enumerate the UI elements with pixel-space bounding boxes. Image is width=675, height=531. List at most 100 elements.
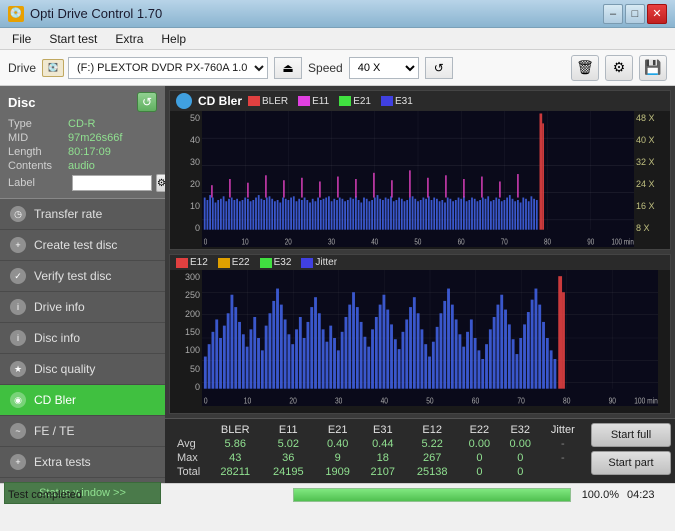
chart-container: CD Bler BLER E11 E21 E31 50 40 30 20 10 … [165,86,675,418]
svg-text:30: 30 [335,396,342,406]
chart-bler: CD Bler BLER E11 E21 E31 50 40 30 20 10 … [169,90,671,250]
drive-selector: 💽 (F:) PLEXTOR DVDR PX-760A 1.07 [42,57,268,79]
disc-type-label: Type [8,118,68,130]
close-button[interactable]: ✕ [647,4,667,24]
disc-refresh-button[interactable]: ↺ [137,92,157,112]
nav-transfer-rate[interactable]: ◷ Transfer rate [0,199,165,230]
menu-extra[interactable]: Extra [107,30,151,48]
sidebar: Disc ↺ Type CD-R MID 97m26s66f Length 80… [0,86,165,483]
start-full-button[interactable]: Start full [591,423,671,447]
table-row-total: Total 28211 24195 1909 2107 25138 0 0 [173,465,585,479]
nav-extra-tests[interactable]: + Extra tests [0,447,165,478]
settings-button[interactable]: ⚙ [605,55,633,81]
chart-e12: E12 E22 E32 Jitter 300 250 200 150 100 5… [169,254,671,414]
svg-text:0: 0 [204,396,208,406]
progress-bar [293,488,572,502]
chart-e12-y-axis: 300 250 200 150 100 50 0 [170,270,202,406]
app-title: Opti Drive Control 1.70 [30,6,162,21]
status-text: Test completed [8,489,285,501]
start-part-button[interactable]: Start part [591,451,671,475]
svg-text:60: 60 [472,396,479,406]
chart-bler-title: CD Bler [198,94,242,108]
svg-text:0: 0 [204,237,207,247]
disc-mid-value: 97m26s66f [68,132,122,144]
svg-text:80: 80 [563,396,570,406]
speed-dropdown[interactable]: 40 X [349,57,419,79]
app-icon: 💿 [8,6,24,22]
disc-label-input[interactable] [72,175,152,191]
nav-disc-info[interactable]: i Disc info [0,323,165,354]
drive-dropdown[interactable]: (F:) PLEXTOR DVDR PX-760A 1.07 [68,57,268,79]
svg-text:30: 30 [328,237,335,247]
chart-bler-icon [176,93,192,109]
disc-contents-label: Contents [8,160,68,172]
nav-label-drive: Drive info [34,300,85,314]
nav-label-verify: Verify test disc [34,269,111,283]
nav-icon-transfer: ◷ [10,206,26,222]
svg-text:100 min: 100 min [612,237,634,247]
svg-text:70: 70 [517,396,524,406]
menu-bar: File Start test Extra Help [0,28,675,50]
nav-drive-info[interactable]: i Drive info [0,292,165,323]
svg-text:40: 40 [371,237,378,247]
svg-text:90: 90 [609,396,616,406]
nav-label-transfer: Transfer rate [34,207,102,221]
menu-start-test[interactable]: Start test [41,30,105,48]
chart-bler-y-right: 48 X 40 X 32 X 24 X 16 X 8 X [634,111,670,247]
elapsed-time: 04:23 [627,489,667,501]
svg-text:10: 10 [242,237,249,247]
maximize-button[interactable]: □ [625,4,645,24]
chart-bler-y-axis: 50 40 30 20 10 0 [170,111,202,247]
progress-bar-fill [294,489,571,501]
nav-label-create: Create test disc [34,238,117,252]
title-bar: 💿 Opti Drive Control 1.70 – □ ✕ [0,0,675,28]
disc-contents-value: audio [68,160,95,172]
disc-mid-label: MID [8,132,68,144]
menu-help[interactable]: Help [153,30,194,48]
disc-label-label: Label [8,177,68,189]
data-table: BLER E11 E21 E31 E12 E22 E32 Jitter Avg … [173,423,585,479]
table-row-max: Max 43 36 9 18 267 0 0 - [173,451,585,465]
nav-create-test-disc[interactable]: + Create test disc [0,230,165,261]
svg-text:70: 70 [501,237,508,247]
svg-text:20: 20 [285,237,292,247]
nav-cd-bler[interactable]: ◉ CD Bler [0,385,165,416]
svg-text:20: 20 [289,396,296,406]
svg-text:80: 80 [544,237,551,247]
nav-icon-bler: ◉ [10,392,26,408]
disc-title: Disc [8,95,35,110]
disc-length-label: Length [8,146,68,158]
speed-label: Speed [308,61,343,75]
save-button[interactable]: 💾 [639,55,667,81]
svg-text:60: 60 [458,237,465,247]
disc-type-value: CD-R [68,118,96,130]
refresh-button[interactable]: ↺ [425,57,453,79]
nav-verify-test-disc[interactable]: ✓ Verify test disc [0,261,165,292]
menu-file[interactable]: File [4,30,39,48]
nav-label-fe-te: FE / TE [34,424,74,438]
content-area: CD Bler BLER E11 E21 E31 50 40 30 20 10 … [165,86,675,483]
clear-button[interactable]: 🗑 [571,55,599,81]
toolbar: Drive 💽 (F:) PLEXTOR DVDR PX-760A 1.07 ⏏… [0,50,675,86]
nav-label-extra: Extra tests [34,455,91,469]
table-row-avg: Avg 5.86 5.02 0.40 0.44 5.22 0.00 0.00 - [173,437,585,451]
nav-disc-quality[interactable]: ★ Disc quality [0,354,165,385]
disc-panel: Disc ↺ Type CD-R MID 97m26s66f Length 80… [0,86,165,199]
nav-icon-verify: ✓ [10,268,26,284]
nav-fe-te[interactable]: ~ FE / TE [0,416,165,447]
nav-label-quality: Disc quality [34,362,95,376]
chart-bler-svg: 0 10 20 30 40 50 60 70 80 90 100 min [202,111,634,247]
svg-text:40: 40 [381,396,388,406]
drive-label: Drive [8,61,36,75]
chart-e12-y-right [658,270,670,406]
eject-button[interactable]: ⏏ [274,57,302,79]
nav-icon-extra: + [10,454,26,470]
progress-percent: 100.0% [579,489,619,501]
chart-e12-inner: 0 10 20 30 40 50 60 70 80 90 100 min [202,270,658,406]
svg-text:90: 90 [587,237,594,247]
svg-text:10: 10 [244,396,251,406]
nav-icon-disc: i [10,330,26,346]
disc-length-value: 80:17:09 [68,146,111,158]
minimize-button[interactable]: – [603,4,623,24]
nav-icon-quality: ★ [10,361,26,377]
